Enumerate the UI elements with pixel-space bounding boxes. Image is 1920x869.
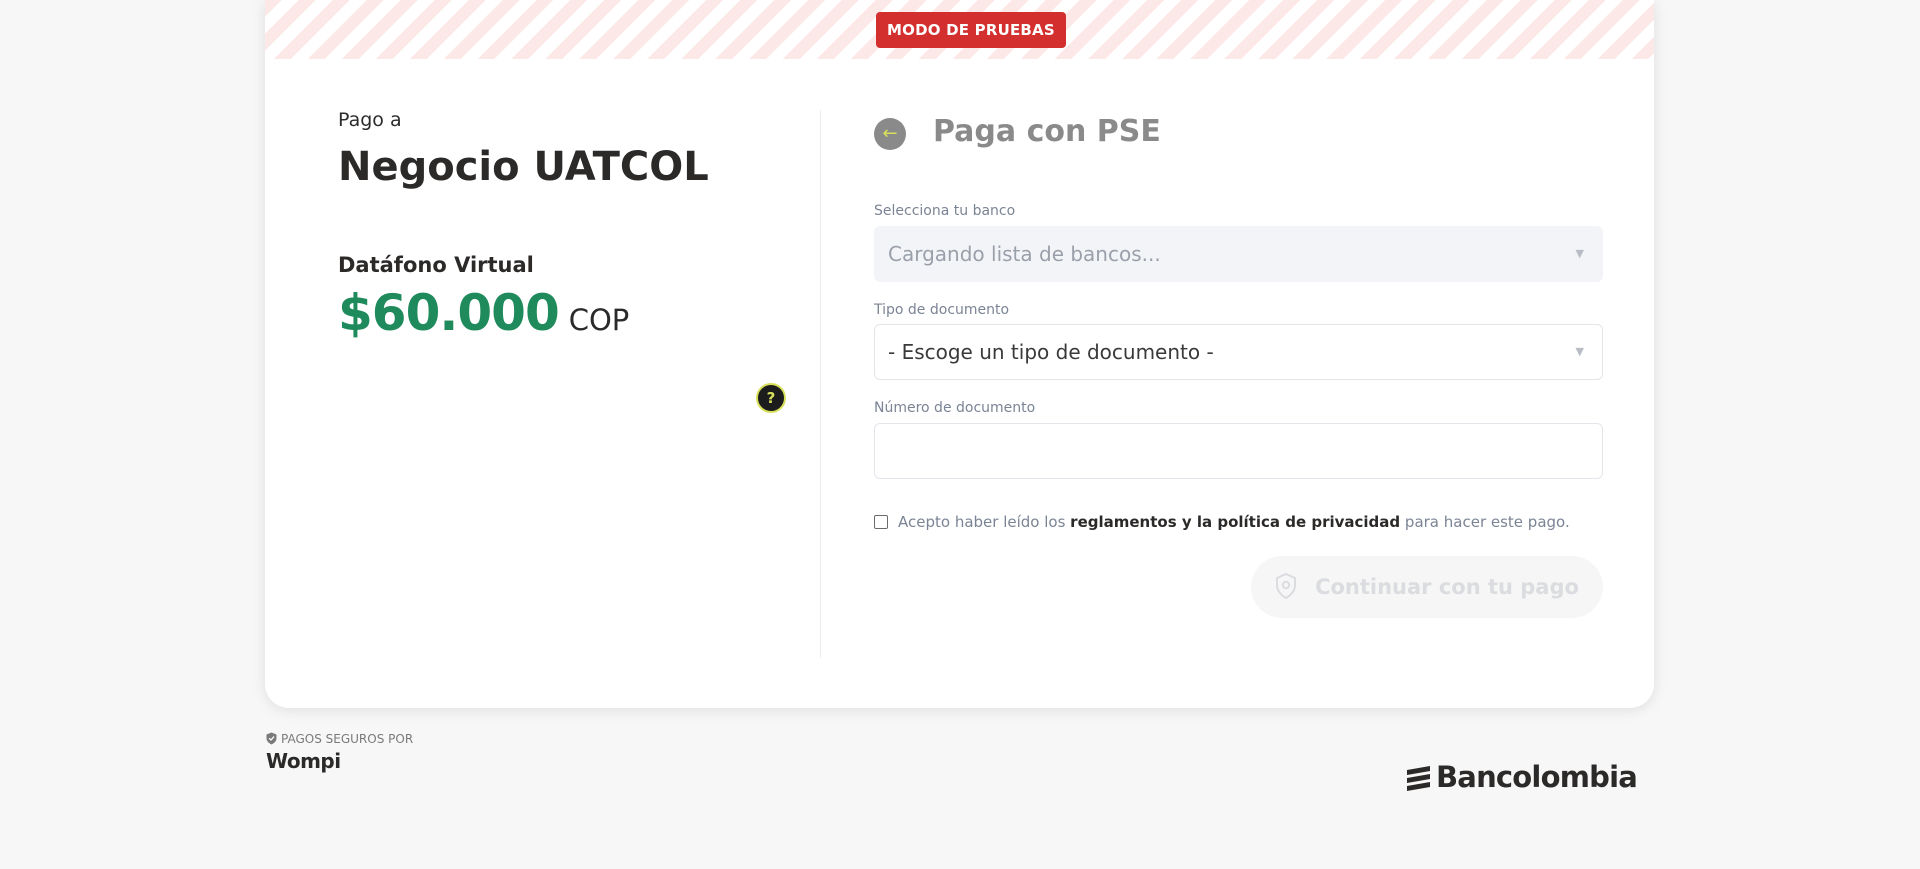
secure-payments-label: PAGOS SEGUROS POR bbox=[281, 732, 414, 746]
panel-divider bbox=[820, 110, 821, 658]
bank-select[interactable]: Cargando lista de bancos... ▼ bbox=[874, 226, 1603, 282]
amount-value: $60.000 bbox=[338, 284, 560, 342]
shield-icon bbox=[1275, 561, 1297, 623]
arrow-left-icon: ← bbox=[882, 123, 898, 144]
doc-type-select-value: - Escoge un tipo de documento - bbox=[888, 340, 1214, 364]
bancolombia-logo: Bancolombia bbox=[1404, 760, 1638, 795]
doc-number-label: Número de documento bbox=[874, 400, 1036, 416]
currency-label: COP bbox=[568, 303, 630, 337]
merchant-name: Negocio UATCOL bbox=[338, 144, 709, 190]
chevron-down-icon: ▼ bbox=[1575, 247, 1584, 260]
amount-row: $60.000 COP bbox=[338, 284, 629, 342]
shield-check-icon bbox=[266, 732, 277, 748]
terms-suffix: para hacer este pago. bbox=[1400, 513, 1570, 531]
terms-row: Acepto haber leído los reglamentos y la … bbox=[874, 513, 1570, 531]
secure-payments-row: PAGOS SEGUROS POR bbox=[266, 732, 413, 748]
bank-select-value: Cargando lista de bancos... bbox=[888, 242, 1161, 266]
continue-payment-button[interactable]: Continuar con tu pago bbox=[1251, 556, 1603, 618]
bank-select-label: Selecciona tu banco bbox=[874, 203, 1016, 219]
bancolombia-mark-icon bbox=[1404, 763, 1432, 795]
test-mode-badge: MODO DE PRUEBAS bbox=[876, 12, 1066, 48]
chevron-down-icon: ▼ bbox=[1575, 345, 1584, 358]
question-icon[interactable]: ? bbox=[756, 383, 786, 413]
wompi-logo: Wompi bbox=[266, 749, 341, 773]
terms-checkbox[interactable] bbox=[874, 515, 888, 529]
terms-prefix: Acepto haber leído los bbox=[898, 513, 1071, 531]
product-name: Datáfono Virtual bbox=[338, 253, 534, 277]
bancolombia-name: Bancolombia bbox=[1436, 760, 1638, 794]
payment-method-title: Paga con PSE bbox=[933, 114, 1161, 149]
doc-type-select[interactable]: - Escoge un tipo de documento - ▼ bbox=[874, 324, 1603, 380]
doc-type-label: Tipo de documento bbox=[874, 302, 1010, 318]
terms-link[interactable]: reglamentos y la política de privacidad bbox=[1070, 513, 1400, 531]
back-button[interactable]: ← bbox=[874, 118, 906, 150]
continue-payment-label: Continuar con tu pago bbox=[1315, 575, 1579, 599]
test-mode-banner: MODO DE PRUEBAS bbox=[265, 0, 1654, 59]
pay-to-label: Pago a bbox=[338, 109, 402, 131]
checkout-card: MODO DE PRUEBAS Pago a Negocio UATCOL Da… bbox=[265, 0, 1654, 708]
doc-number-input[interactable] bbox=[874, 423, 1603, 479]
